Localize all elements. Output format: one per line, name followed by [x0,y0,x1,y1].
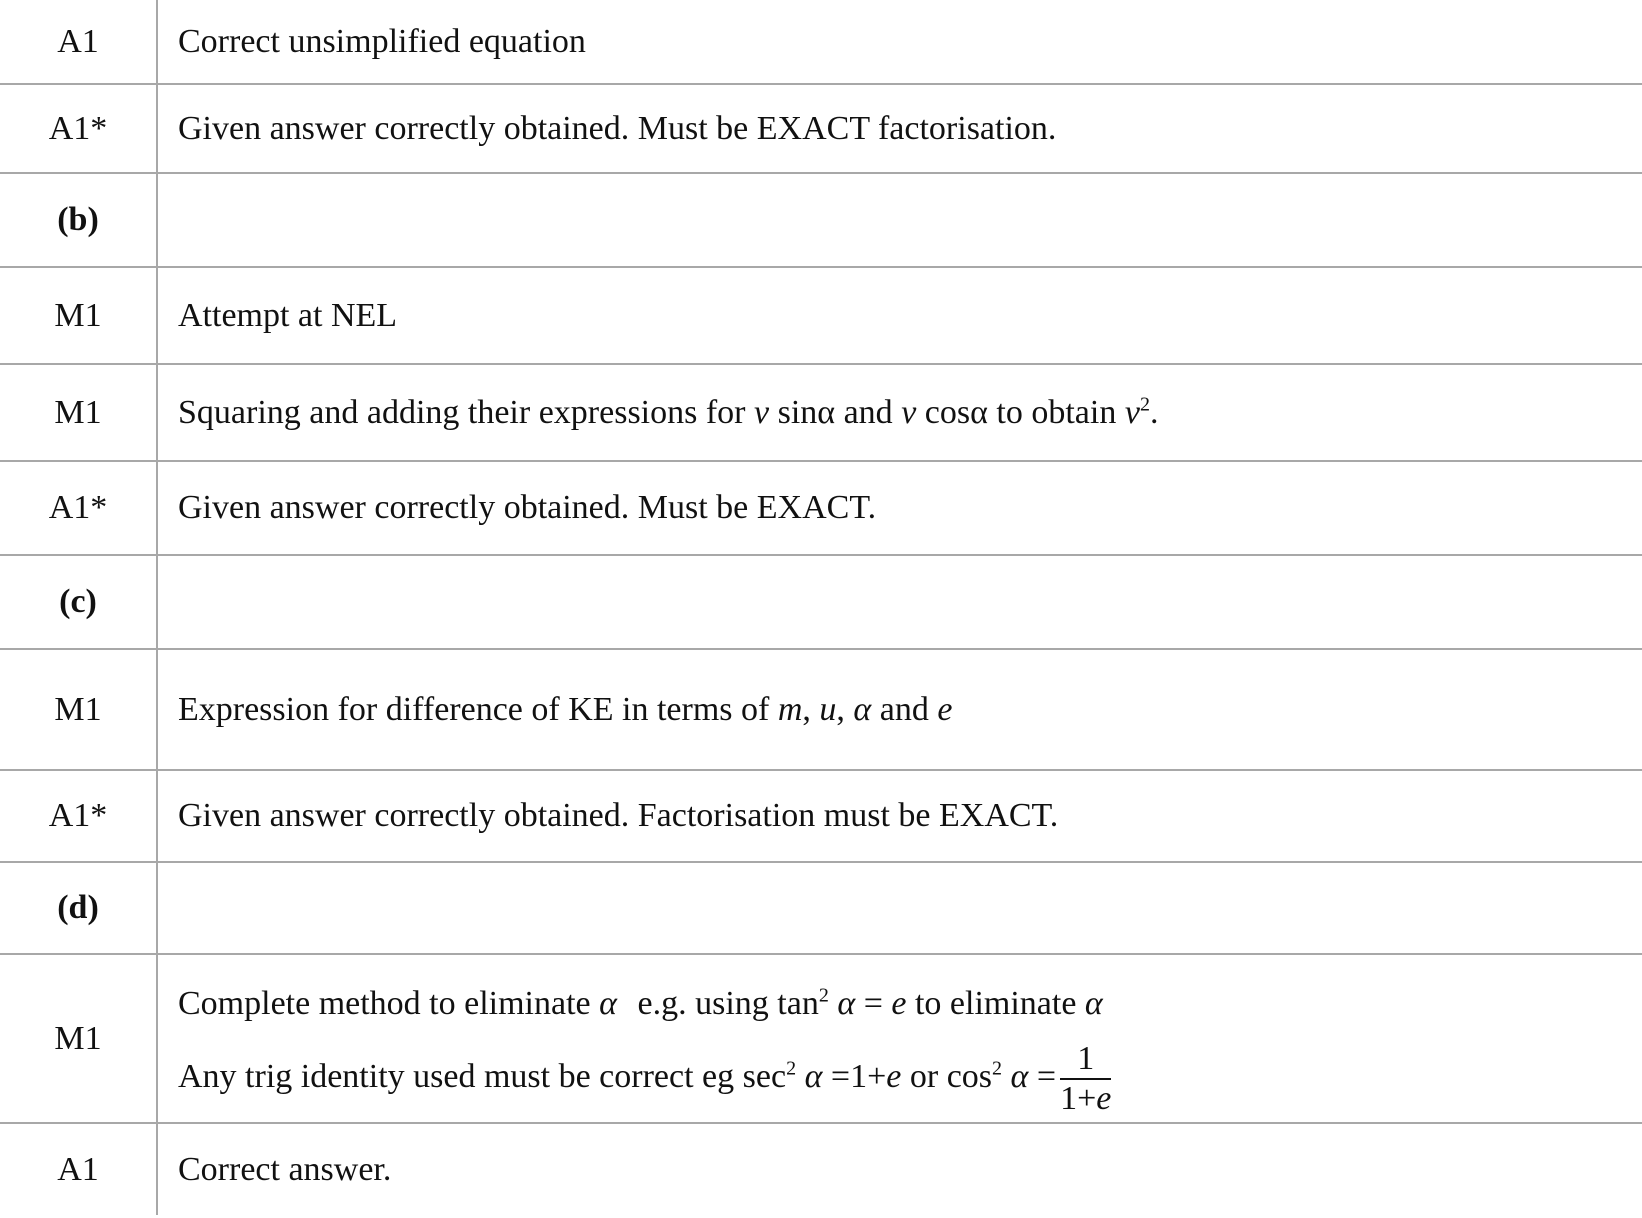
variable-alpha: α [837,984,856,1022]
text-segment: and [871,690,938,728]
exponent: 2 [1139,393,1150,416]
text-segment: Complete method to eliminate [178,984,600,1022]
table-row: M1 Complete method to eliminate α e.g. u… [0,954,1642,1124]
text-segment: cosα to obtain [916,393,1125,431]
part-label: (c) [0,555,158,650]
part-heading-row: (b) [0,173,1642,268]
text-segment: e.g. using [629,984,778,1022]
mark-cell: A1* [0,84,158,174]
exponent: 2 [786,1056,797,1079]
cos-function: cos [946,1057,993,1095]
guidance-cell: Given answer correctly obtained. Must be… [157,461,1642,556]
variable-e: e [937,690,953,728]
part-heading-row: (c) [0,555,1642,650]
text-segment: =1+ [822,1057,887,1095]
text-segment: , [802,690,820,728]
guidance-cell: Expression for difference of KE in terms… [157,649,1642,771]
variable-alpha: α [853,690,872,728]
variable-alpha: α [599,984,617,1022]
mark-cell: M1 [0,649,158,771]
fraction-numerator: 1 [1060,1041,1112,1080]
table-row: M1 Squaring and adding their expressions… [0,364,1642,462]
variable-m: m [777,690,803,728]
variable-alpha: α [1084,984,1103,1022]
variable-alpha: α [1010,1057,1029,1095]
guidance-cell: Squaring and adding their expressions fo… [157,364,1642,462]
method-line: Complete method to eliminate α e.g. usin… [178,964,1642,1044]
fraction: 1 1+e [1060,1041,1112,1117]
table-row: M1 Attempt at NEL [0,267,1642,365]
text-segment: = [855,984,892,1022]
text-segment: or [901,1057,947,1095]
variable-u: u [819,690,837,728]
exponent: 2 [992,1056,1003,1079]
variable-alpha: α [804,1057,823,1095]
sec-function: sec [742,1057,787,1095]
variable-e: e [891,984,907,1022]
table-row: A1* Given answer correctly obtained. Mus… [0,84,1642,174]
mark-cell: M1 [0,954,158,1124]
mark-cell: A1* [0,770,158,863]
variable-v: v [1124,393,1140,431]
text-segment: to eliminate [906,984,1085,1022]
mark-cell: A1* [0,461,158,556]
variable-e: e [886,1057,902,1095]
text-segment: . [1149,393,1159,431]
guidance-cell: Attempt at NEL [157,267,1642,365]
table-row: A1* Given answer correctly obtained. Mus… [0,461,1642,556]
guidance-cell [157,173,1642,268]
variable-v: v [754,393,770,431]
tan-function: tan [777,984,819,1022]
mark-cell: A1 [0,0,158,85]
guidance-cell: Correct answer. [178,1150,392,1188]
table-row: A1* Given answer correctly obtained. Fac… [0,770,1642,863]
variable-v: v [901,393,917,431]
part-label: (d) [0,862,158,955]
part-label: (b) [0,173,158,268]
exponent: 2 [818,984,829,1007]
guidance-cell: Complete method to eliminate α e.g. usin… [157,954,1642,1124]
mark-cell: A1 [0,1123,158,1215]
guidance-cell: Given answer correctly obtained. Factori… [157,770,1642,863]
guidance-cell [157,862,1642,955]
table-row: M1 Expression for difference of KE in te… [0,649,1642,771]
fraction-denominator: 1+e [1060,1079,1112,1117]
text-segment: Squaring and adding their expressions fo… [178,393,754,431]
guidance-cell: Correct unsimplified equation [157,0,1642,85]
table-row: A1 Correct answer. [0,1123,1642,1215]
text-segment: = [1028,1057,1057,1095]
text-segment: Expression for difference of KE in terms… [178,690,778,728]
text-segment: , [836,690,854,728]
part-heading-row: (d) [0,862,1642,955]
table-row: A1 Correct unsimplified equation [0,0,1642,85]
mark-scheme-table: A1 Correct unsimplified equation A1* Giv… [0,0,1642,1215]
guidance-cell: Given answer correctly obtained. Must be… [157,84,1642,174]
guidance-cell [157,555,1642,650]
variable-e: e [1096,1079,1112,1117]
text-segment: 1+ [1060,1079,1097,1117]
text-segment: Any trig identity used must be correct e… [178,1057,743,1095]
identity-line: Any trig identity used must be correct e… [178,1041,1642,1117]
text-segment: sinα and [769,393,902,431]
mark-cell: M1 [0,364,158,462]
mark-cell: M1 [0,267,158,365]
